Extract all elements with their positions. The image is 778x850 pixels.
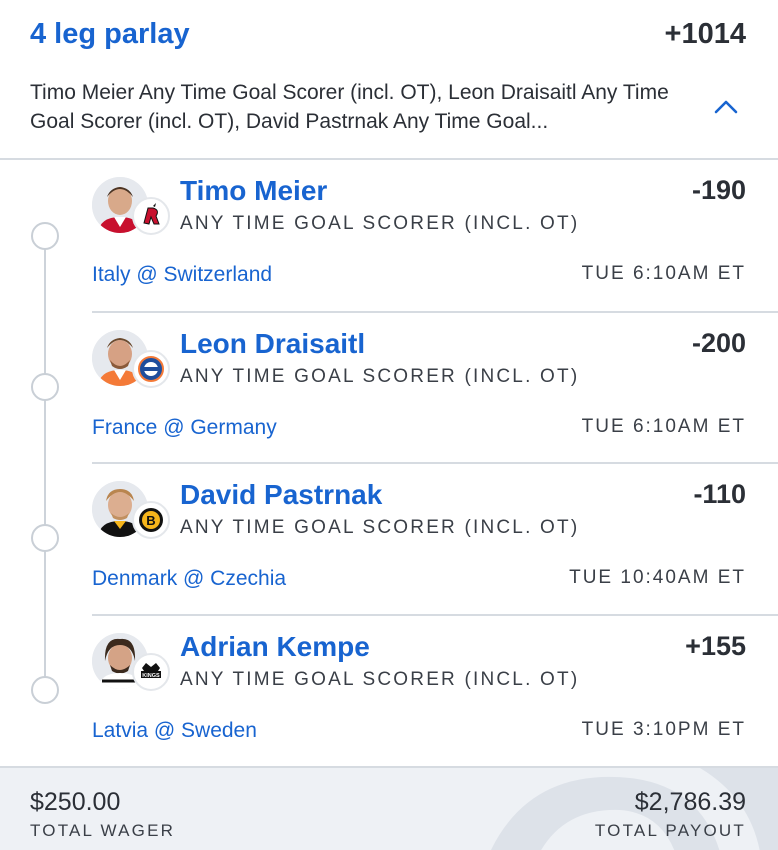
- timeline-node: [31, 222, 59, 250]
- market-label: ANY TIME GOAL SCORER (INCL. OT): [180, 366, 580, 387]
- timeline-line: [44, 236, 46, 690]
- total-wager-amount: $250.00: [30, 788, 121, 816]
- parlay-leg[interactable]: Timo Meier -190 ANY TIME GOAL SCORER (IN…: [92, 160, 778, 312]
- svg-text:B: B: [146, 513, 155, 528]
- parlay-title: 4 leg parlay: [30, 18, 190, 50]
- matchup-link[interactable]: Italy @ Switzerland: [92, 263, 272, 287]
- matchup-link[interactable]: Latvia @ Sweden: [92, 719, 257, 743]
- leg-odds: -190: [691, 175, 746, 205]
- player-name: Adrian Kempe: [180, 631, 370, 662]
- player-name: David Pastrnak: [180, 479, 383, 510]
- total-payout-label: TOTAL PAYOUT: [594, 821, 746, 840]
- matchup-link[interactable]: France @ Germany: [92, 416, 277, 440]
- bruins-logo: B: [132, 501, 170, 539]
- parlay-odds: +1014: [664, 18, 746, 50]
- player-name: Leon Draisaitl: [180, 328, 366, 359]
- market-label: ANY TIME GOAL SCORER (INCL. OT): [180, 669, 580, 690]
- chevron-up-icon[interactable]: [710, 92, 742, 120]
- market-label: ANY TIME GOAL SCORER (INCL. OT): [180, 517, 580, 538]
- game-time: TUE 6:10AM ET: [581, 416, 746, 437]
- kings-logo: KINGS: [132, 653, 170, 691]
- parlay-description: Timo Meier Any Time Goal Scorer (incl. O…: [30, 81, 669, 133]
- game-time: TUE 6:10AM ET: [581, 263, 746, 284]
- leg-odds: +155: [685, 631, 746, 661]
- game-time: TUE 10:40AM ET: [569, 567, 746, 588]
- oilers-logo: [132, 350, 170, 388]
- timeline-node: [31, 373, 59, 401]
- total-wager-label: TOTAL WAGER: [30, 821, 176, 840]
- leg-odds: -110: [693, 479, 746, 509]
- timeline-node: [31, 524, 59, 552]
- devils-logo: [132, 197, 170, 235]
- bet-summary-footer: $250.00 TOTAL WAGER $2,786.39 TOTAL PAYO…: [0, 766, 778, 850]
- parlay-leg[interactable]: Leon Draisaitl -200 ANY TIME GOAL SCORER…: [92, 311, 778, 463]
- timeline-node: [31, 676, 59, 704]
- total-payout-amount: $2,786.39: [634, 788, 746, 816]
- matchup-link[interactable]: Denmark @ Czechia: [92, 567, 286, 591]
- market-label: ANY TIME GOAL SCORER (INCL. OT): [180, 213, 580, 234]
- parlay-leg[interactable]: KINGS Adrian Kempe +155 ANY TIME GOAL SC…: [92, 614, 778, 766]
- leg-odds: -200: [691, 328, 746, 358]
- game-time: TUE 3:10PM ET: [581, 719, 746, 740]
- parlay-header[interactable]: 4 leg parlay +1014 Timo Meier Any Time G…: [0, 0, 778, 160]
- svg-text:KINGS: KINGS: [142, 673, 160, 679]
- parlay-leg[interactable]: B David Pastrnak -110 ANY TIME GOAL SCOR…: [92, 462, 778, 614]
- player-name: Timo Meier: [180, 175, 328, 206]
